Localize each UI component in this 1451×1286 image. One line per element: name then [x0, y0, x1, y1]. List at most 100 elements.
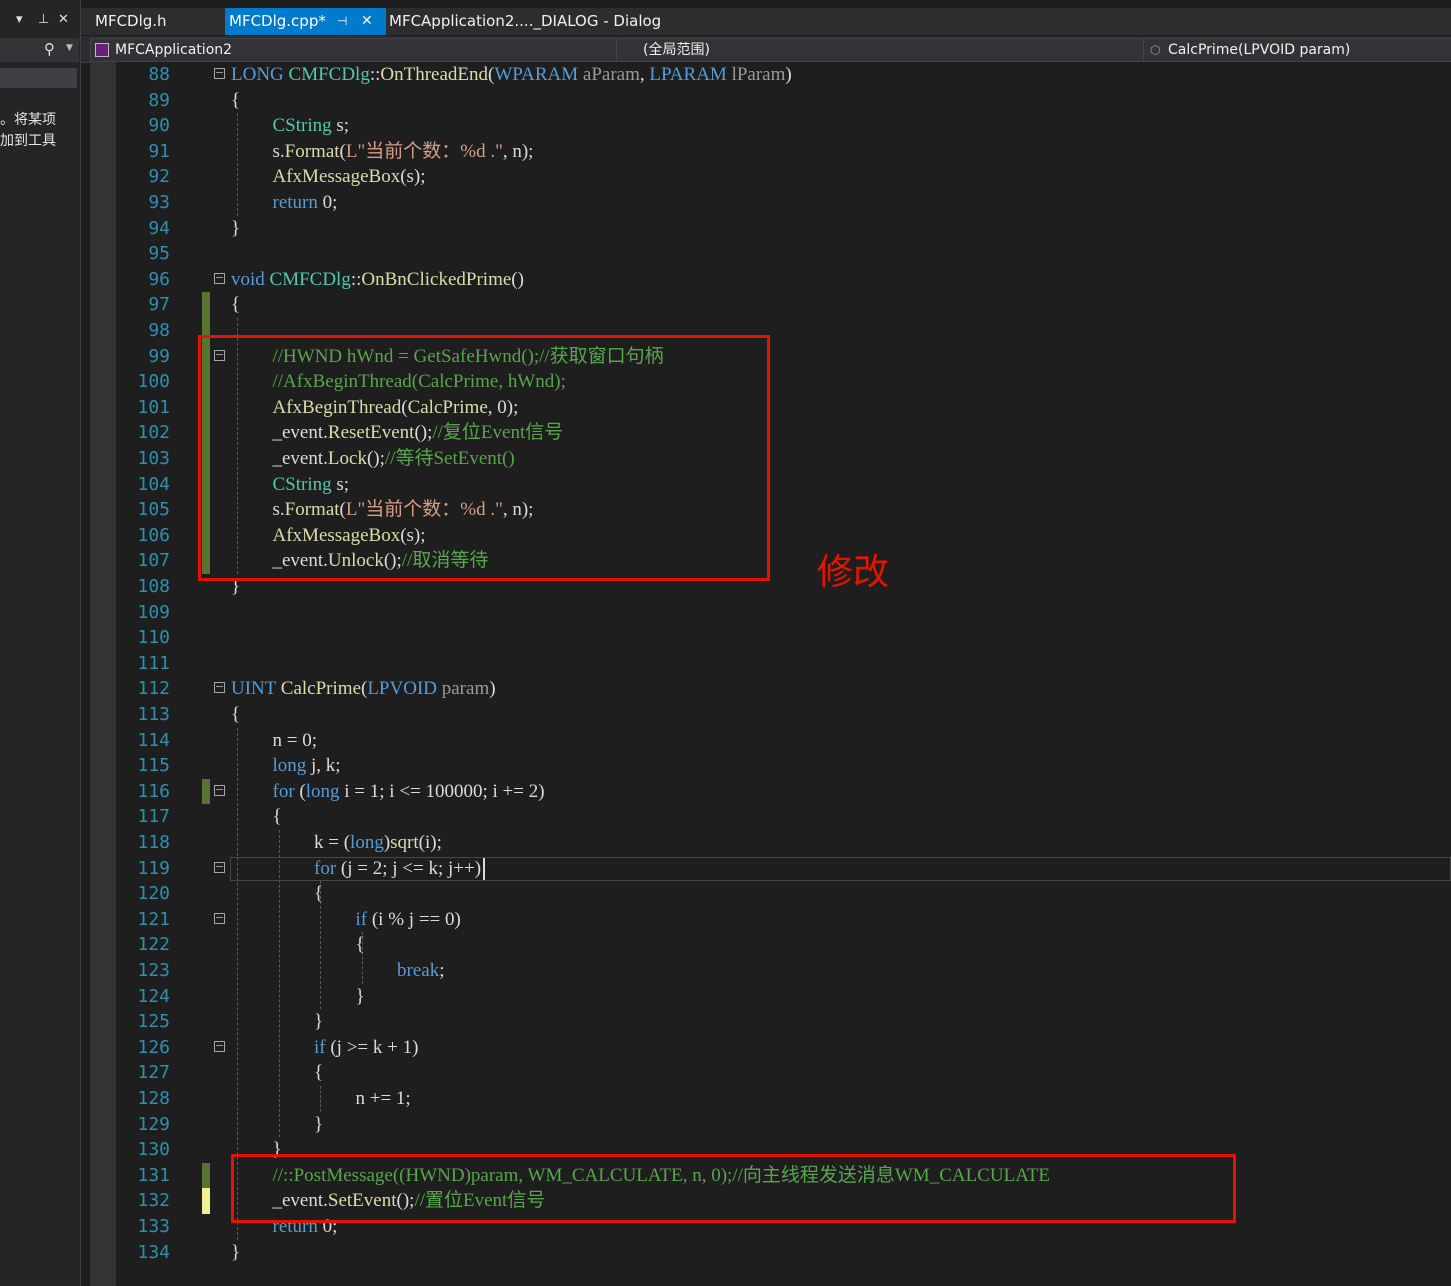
line-number: 96 [148, 268, 170, 290]
code-line[interactable]: 123 break; [90, 958, 1451, 984]
code-text: CString s; [273, 113, 350, 139]
line-number: 103 [137, 448, 170, 469]
side-panel-note: 。将某项 加到工具 [0, 112, 56, 149]
code-line[interactable]: 113 { [90, 702, 1451, 728]
code-token: AfxMessageBox [272, 166, 401, 188]
code-token: for [314, 857, 337, 879]
fold-toggle-icon[interactable]: − [214, 912, 225, 924]
line-number: 113 [137, 704, 170, 725]
fold-toggle-icon[interactable]: − [214, 681, 225, 694]
pin-icon[interactable]: ⊥ [38, 12, 49, 27]
side-panel-search[interactable]: ⚲ ▼ [0, 38, 79, 62]
code-text: { [231, 292, 240, 318]
code-line[interactable]: 118 k = (long)sqrt(i); [90, 830, 1451, 856]
fold-toggle-icon[interactable]: − [214, 861, 225, 873]
code-line[interactable]: 119 − for (j = 2; j <= k; j++) [90, 856, 1451, 882]
code-line[interactable]: 116 − for (long i = 1; i <= 100000; i += 2… [90, 778, 1451, 805]
code-line[interactable]: 92 AfxMessageBox(s); [90, 164, 1451, 190]
code-line[interactable]: 125} [90, 1009, 1451, 1035]
code-line[interactable]: 129} [90, 1112, 1451, 1138]
tab-mfcdlg-h[interactable]: MFCDlg.h [95, 8, 167, 35]
code-text: n = 0; [273, 728, 318, 754]
tab-mfcdlg-cpp[interactable]: MFCDlg.cpp* ⊣ ✕ [225, 8, 386, 35]
code-line[interactable]: 127 { [90, 1060, 1451, 1086]
code-token: { [231, 704, 241, 725]
code-token: LPVOID [367, 678, 437, 700]
line-number: 110 [137, 627, 170, 649]
tab-dialog-resource[interactable]: MFCApplication2...._DIALOG - Dialog [389, 8, 661, 35]
code-line[interactable]: 112 − UINT CalcPrime(LPVOID param) [90, 676, 1451, 702]
search-icon[interactable]: ⚲ [44, 40, 55, 58]
code-line[interactable]: 95 [90, 241, 1451, 267]
code-line[interactable]: 128 n += 1; [90, 1086, 1451, 1112]
code-line[interactable]: 109 [90, 600, 1451, 626]
code-token: (s); [400, 166, 426, 188]
line-number: 124 [137, 985, 170, 1007]
code-token: () [511, 268, 524, 290]
fold-toggle-icon[interactable]: − [214, 1040, 225, 1052]
code-line[interactable]: 121 − if (i % j == 0) [90, 907, 1451, 933]
scope-dropdown[interactable]: (全局范围) ▼ [616, 38, 1164, 62]
code-line[interactable]: 91 s.Format(L"当前个数：%d .", n); [90, 139, 1451, 165]
code-token: ) [785, 64, 792, 85]
code-line[interactable]: 94} [90, 216, 1451, 242]
code-line[interactable]: 114 n = 0; [90, 728, 1451, 754]
code-line[interactable]: 120 { [90, 881, 1451, 907]
document-tabs: MFCDlg.h MFCDlg.cpp* ⊣ ✕ MFCApplication2… [81, 8, 1451, 35]
code-text: n += 1; [356, 1086, 411, 1112]
pin-icon[interactable]: ⊣ [337, 8, 347, 35]
code-token: n += 1; [355, 1088, 411, 1109]
code-token: param [441, 678, 490, 700]
code-line[interactable]: 117 { [90, 804, 1451, 830]
code-text: { [273, 804, 282, 830]
line-number: 119 [137, 857, 170, 879]
code-line[interactable]: 111 [90, 651, 1451, 677]
code-text: } [314, 1009, 323, 1035]
code-line[interactable]: 134} [90, 1240, 1451, 1266]
fold-toggle-icon[interactable]: − [214, 67, 225, 79]
change-indicator [202, 292, 210, 318]
code-token: } [355, 985, 365, 1007]
member-dropdown[interactable]: ⬡ CalcPrime(LPVOID param) [1143, 38, 1451, 62]
code-line[interactable]: 89 { [90, 88, 1451, 114]
code-token: Format [284, 140, 340, 162]
code-line[interactable]: 126 − if (j >= k + 1) [90, 1035, 1451, 1061]
code-line[interactable]: 115 long j, k; [90, 753, 1451, 779]
code-editor[interactable]: 88− LONG CMFCDlg::OnThreadEnd(WPARAM aPar… [90, 62, 1451, 1286]
code-text: AfxMessageBox(s); [273, 164, 426, 190]
code-line[interactable]: 90 CString s; [90, 113, 1451, 139]
code-line[interactable]: 110 [90, 625, 1451, 651]
code-line[interactable]: 124} [90, 984, 1451, 1010]
line-number: 101 [137, 396, 170, 418]
close-icon[interactable]: ✕ [58, 12, 69, 27]
code-token: L"当前个数：%d ." [345, 140, 503, 162]
code-token: { [231, 89, 241, 111]
search-options-icon[interactable]: ▼ [66, 43, 73, 53]
code-text: k = (long)sqrt(i); [314, 830, 442, 856]
function-icon: ⬡ [1150, 43, 1161, 57]
dropdown-icon[interactable]: ▾ [16, 12, 23, 27]
code-text: for (long i = 1; i <= 100000; i += 2) [273, 779, 545, 805]
code-token: } [231, 217, 241, 239]
scope-dropdown-value: (全局范围) [643, 42, 710, 58]
code-token: long [272, 755, 307, 777]
line-number: 123 [137, 960, 170, 981]
code-token: j, k; [306, 755, 341, 777]
code-line[interactable]: 88 − LONG CMFCDlg::OnThreadEnd(WPARAM aPar… [90, 62, 1451, 88]
code-text: return 0; [273, 190, 338, 216]
project-dropdown[interactable]: MFCApplication2 ▼ [90, 38, 636, 62]
fold-toggle-icon[interactable]: − [214, 272, 225, 284]
code-text: } [314, 1112, 323, 1138]
change-indicator [202, 1162, 210, 1189]
code-text: } [231, 1240, 240, 1266]
line-number: 91 [148, 140, 170, 162]
code-line[interactable]: 97 { [90, 292, 1451, 318]
code-line[interactable]: 93 return 0; [90, 190, 1451, 216]
fold-toggle-icon[interactable]: − [214, 784, 225, 796]
annotation-label: 修改 [817, 552, 890, 593]
code-line[interactable]: 96 − void CMFCDlg::OnBnClickedPrime() [90, 267, 1451, 293]
line-number: 129 [137, 1113, 170, 1135]
code-text: } [231, 216, 240, 242]
code-line[interactable]: 122 { [90, 932, 1451, 958]
close-tab-icon[interactable]: ✕ [361, 8, 373, 35]
